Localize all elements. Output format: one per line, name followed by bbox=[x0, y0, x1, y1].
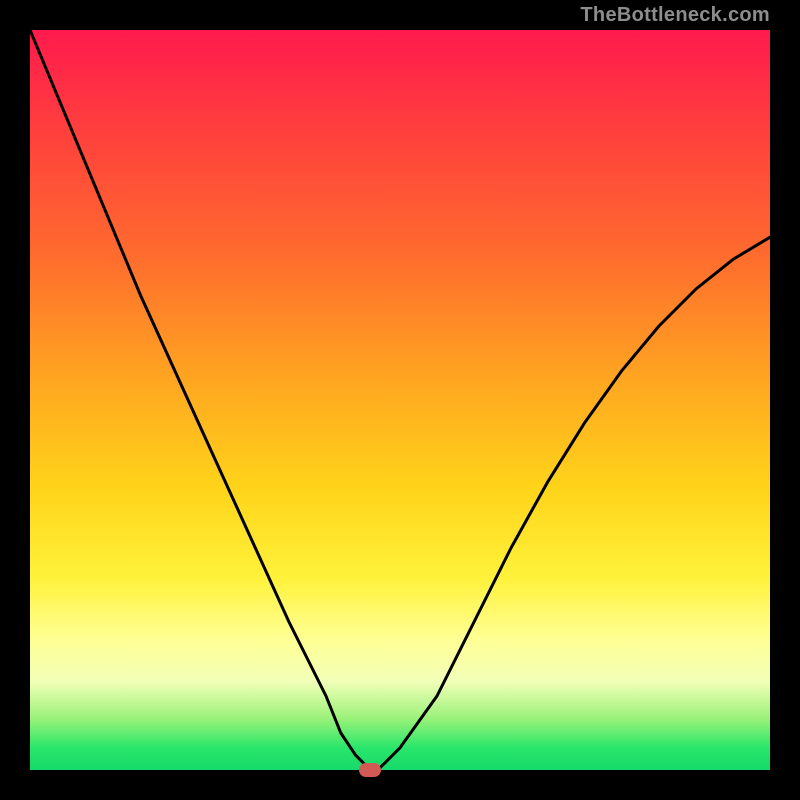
bottleneck-curve-path bbox=[30, 30, 770, 770]
curve-svg bbox=[30, 30, 770, 770]
plot-area bbox=[30, 30, 770, 770]
watermark-text: TheBottleneck.com bbox=[580, 4, 770, 27]
chart-frame: TheBottleneck.com bbox=[0, 0, 800, 800]
optimal-point-marker bbox=[359, 763, 381, 777]
